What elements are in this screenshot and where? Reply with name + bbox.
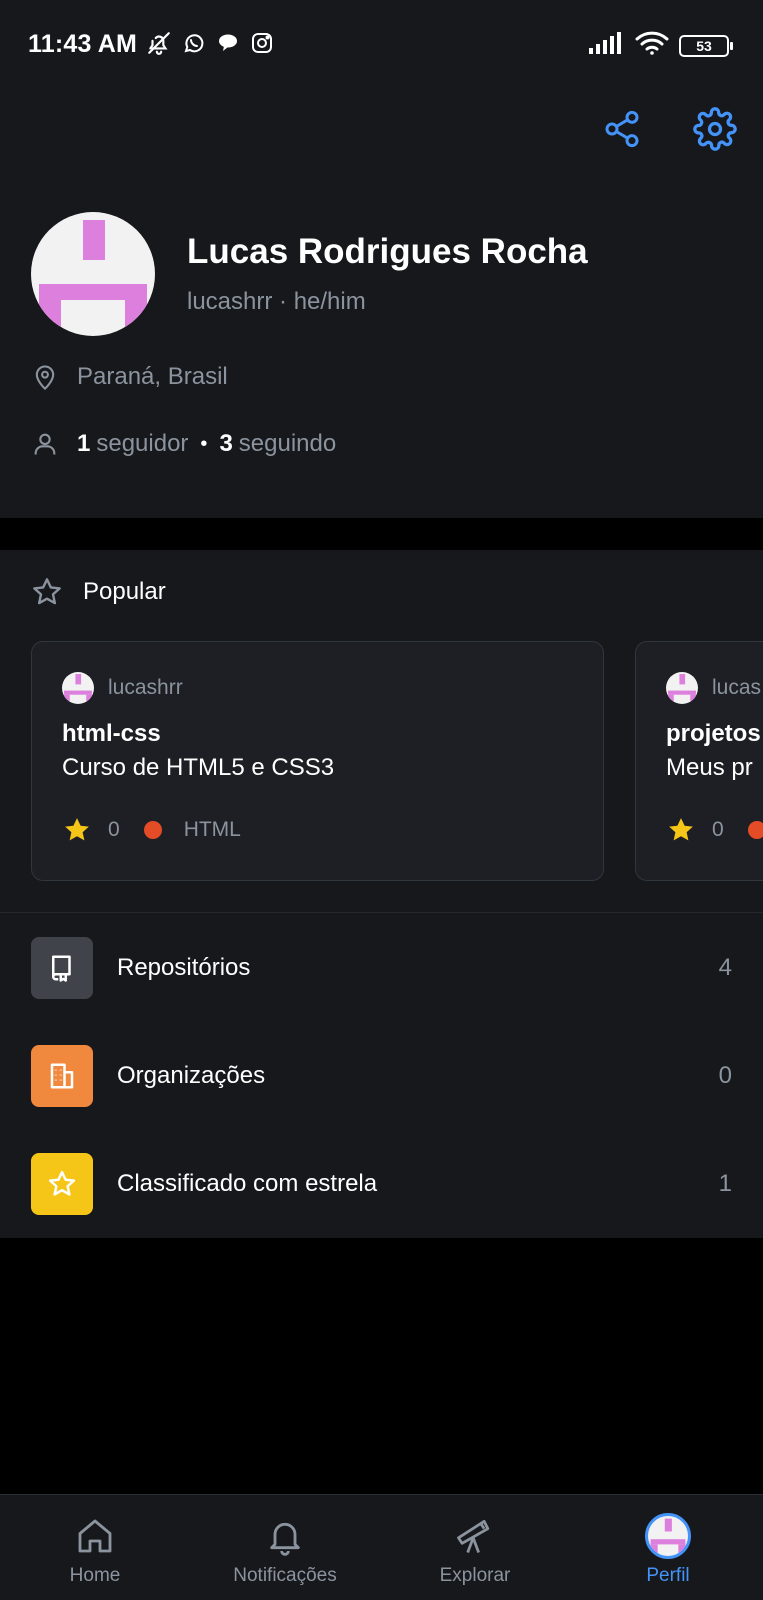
whatsapp-icon	[182, 31, 206, 60]
popular-title: Popular	[83, 578, 166, 605]
star-outline-icon	[33, 578, 61, 605]
system-icons: 53	[589, 30, 733, 61]
status-bar: 11:43 AM 53	[0, 0, 763, 90]
wifi-icon	[635, 30, 669, 61]
person-icon	[34, 433, 56, 455]
popular-header: Popular	[31, 576, 166, 608]
share-icon	[605, 110, 639, 148]
followers-row[interactable]: 1 seguidor • 3 seguindo	[31, 430, 336, 458]
tab-label: Home	[69, 1565, 121, 1586]
organization-icon	[31, 1045, 93, 1107]
profile-handle: lucashrr · he/him	[187, 288, 366, 315]
list-count: 4	[718, 954, 732, 981]
list-item-starred[interactable]: Classificado com estrela 1	[0, 1129, 763, 1239]
profile-avatar[interactable]	[31, 212, 155, 336]
repo-description: Curso de HTML5 e CSS3	[62, 754, 335, 781]
location-row: Paraná, Brasil	[31, 362, 228, 392]
telescope-icon	[453, 1511, 497, 1561]
card-owner: lucashrr	[62, 672, 183, 704]
location-text: Paraná, Brasil	[77, 363, 228, 390]
repo-icon	[31, 937, 93, 999]
location-pin-icon	[35, 365, 55, 391]
repo-card[interactable]: lucashrr html-css Curso de HTML5 e CSS3 …	[31, 641, 604, 881]
chat-bubble-icon	[216, 31, 240, 60]
profile-header: Lucas Rodrigues Rocha lucashrr · he/him …	[0, 90, 763, 518]
language-color-dot	[747, 821, 763, 839]
owner-avatar	[666, 672, 698, 704]
repo-name: projetos	[666, 720, 761, 747]
repo-description: Meus pr	[666, 754, 753, 781]
followers-label: seguidor	[96, 430, 189, 457]
card-owner: lucas	[666, 672, 761, 704]
list-label: Organizações	[117, 1062, 266, 1089]
profile-name: Lucas Rodrigues Rocha	[187, 232, 588, 271]
tab-profile[interactable]: Perfil	[573, 1495, 763, 1600]
signal-icon	[589, 32, 625, 59]
list-item-organizations[interactable]: Organizações 0	[0, 1021, 763, 1131]
list-item-repositories[interactable]: Repositórios 4	[0, 913, 763, 1023]
avatar	[645, 1513, 691, 1559]
tab-label: Notificações	[233, 1565, 337, 1586]
followers-count: 1	[77, 430, 91, 457]
notification-icons	[146, 30, 274, 61]
separator-dot: •	[200, 432, 208, 455]
tab-notifications[interactable]: Notificações	[190, 1495, 380, 1600]
settings-button[interactable]	[690, 104, 740, 154]
tab-label: Perfil	[646, 1565, 690, 1586]
language-color-dot	[143, 821, 162, 839]
instagram-icon	[250, 31, 274, 60]
repo-language: HTML	[183, 818, 241, 841]
following-count: 3	[219, 430, 233, 457]
star-count: 0	[712, 818, 724, 841]
list-label: Classificado com estrela	[117, 1170, 378, 1197]
following-label: seguindo	[238, 430, 337, 457]
bell-icon	[265, 1511, 305, 1561]
list-count: 1	[718, 1170, 732, 1197]
star-count: 0	[108, 818, 120, 841]
repo-card[interactable]: lucas projetos Meus pr 0	[635, 641, 763, 881]
list-count: 0	[718, 1062, 732, 1089]
settings-icon	[693, 107, 737, 151]
share-button[interactable]	[597, 104, 647, 154]
repo-name: html-css	[62, 720, 161, 747]
star-filled-icon	[65, 818, 89, 841]
list-label: Repositórios	[117, 954, 251, 981]
home-icon	[75, 1511, 115, 1561]
star-filled-icon	[669, 818, 693, 841]
profile-tab-icon	[645, 1511, 691, 1561]
repo-stats: 0	[666, 815, 763, 845]
owner-name: lucashrr	[108, 676, 183, 699]
tab-label: Explorar	[439, 1565, 511, 1586]
status-time: 11:43 AM	[28, 30, 138, 58]
popular-section: Popular lucashrr html-css Curso de HTML5…	[0, 550, 763, 912]
tab-home[interactable]: Home	[0, 1495, 190, 1600]
repo-stats: 0 HTML	[62, 815, 241, 845]
bottom-tab-bar: Home Notificações Explorar Perfil	[0, 1494, 763, 1600]
battery-icon: 53	[679, 34, 733, 57]
profile-lists: Repositórios 4 Organizações 0 Classifica…	[0, 912, 763, 1238]
bell-off-icon	[146, 30, 172, 61]
owner-avatar	[62, 672, 94, 704]
tab-explore[interactable]: Explorar	[380, 1495, 570, 1600]
owner-name: lucas	[712, 676, 762, 699]
star-icon	[31, 1153, 93, 1215]
